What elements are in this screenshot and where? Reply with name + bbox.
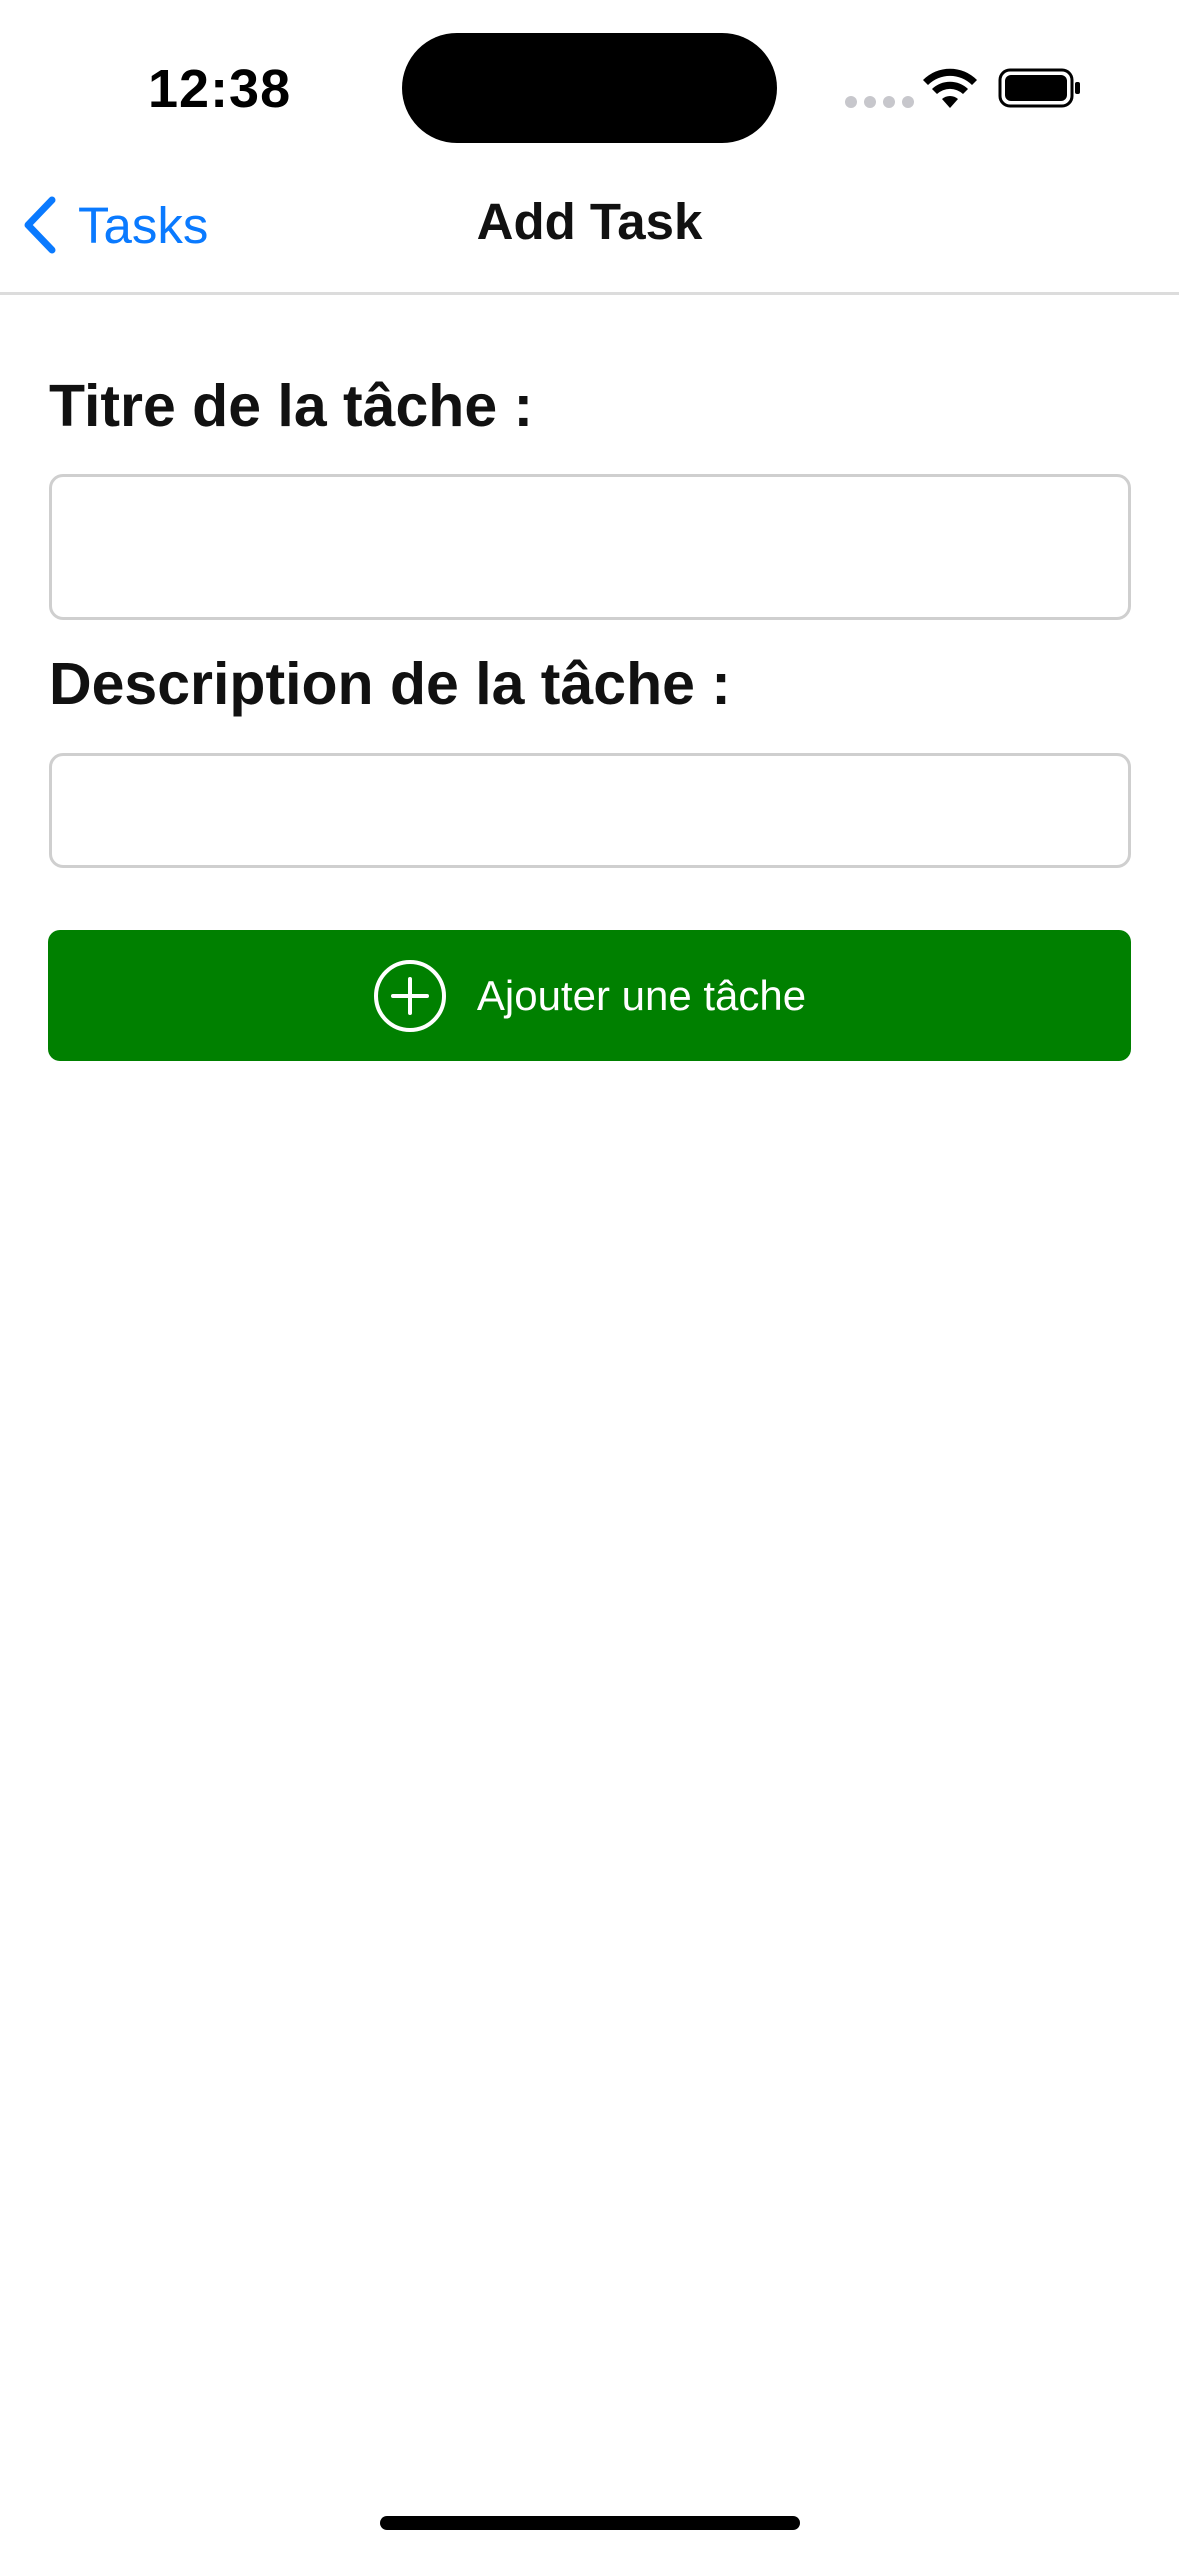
nav-divider (0, 292, 1179, 295)
add-task-button-label: Ajouter une tâche (476, 971, 807, 1019)
screen: 12:38 Tasks Add Task Titre de la tâche :… (0, 0, 1179, 2556)
task-description-label: Description de la tâche : (49, 651, 731, 717)
home-indicator[interactable] (380, 2516, 800, 2530)
page-title: Add Task (476, 193, 703, 250)
plus-circle-icon (373, 959, 446, 1032)
add-task-button[interactable]: Ajouter une tâche (48, 930, 1131, 1061)
task-description-input[interactable] (49, 753, 1131, 868)
battery-icon (998, 68, 1080, 108)
status-time: 12:38 (148, 59, 292, 119)
cellular-signal-icon (845, 96, 914, 108)
dynamic-island (402, 33, 777, 143)
wifi-icon (923, 68, 977, 108)
task-title-input[interactable] (49, 474, 1131, 620)
task-title-label: Titre de la tâche : (49, 373, 534, 439)
